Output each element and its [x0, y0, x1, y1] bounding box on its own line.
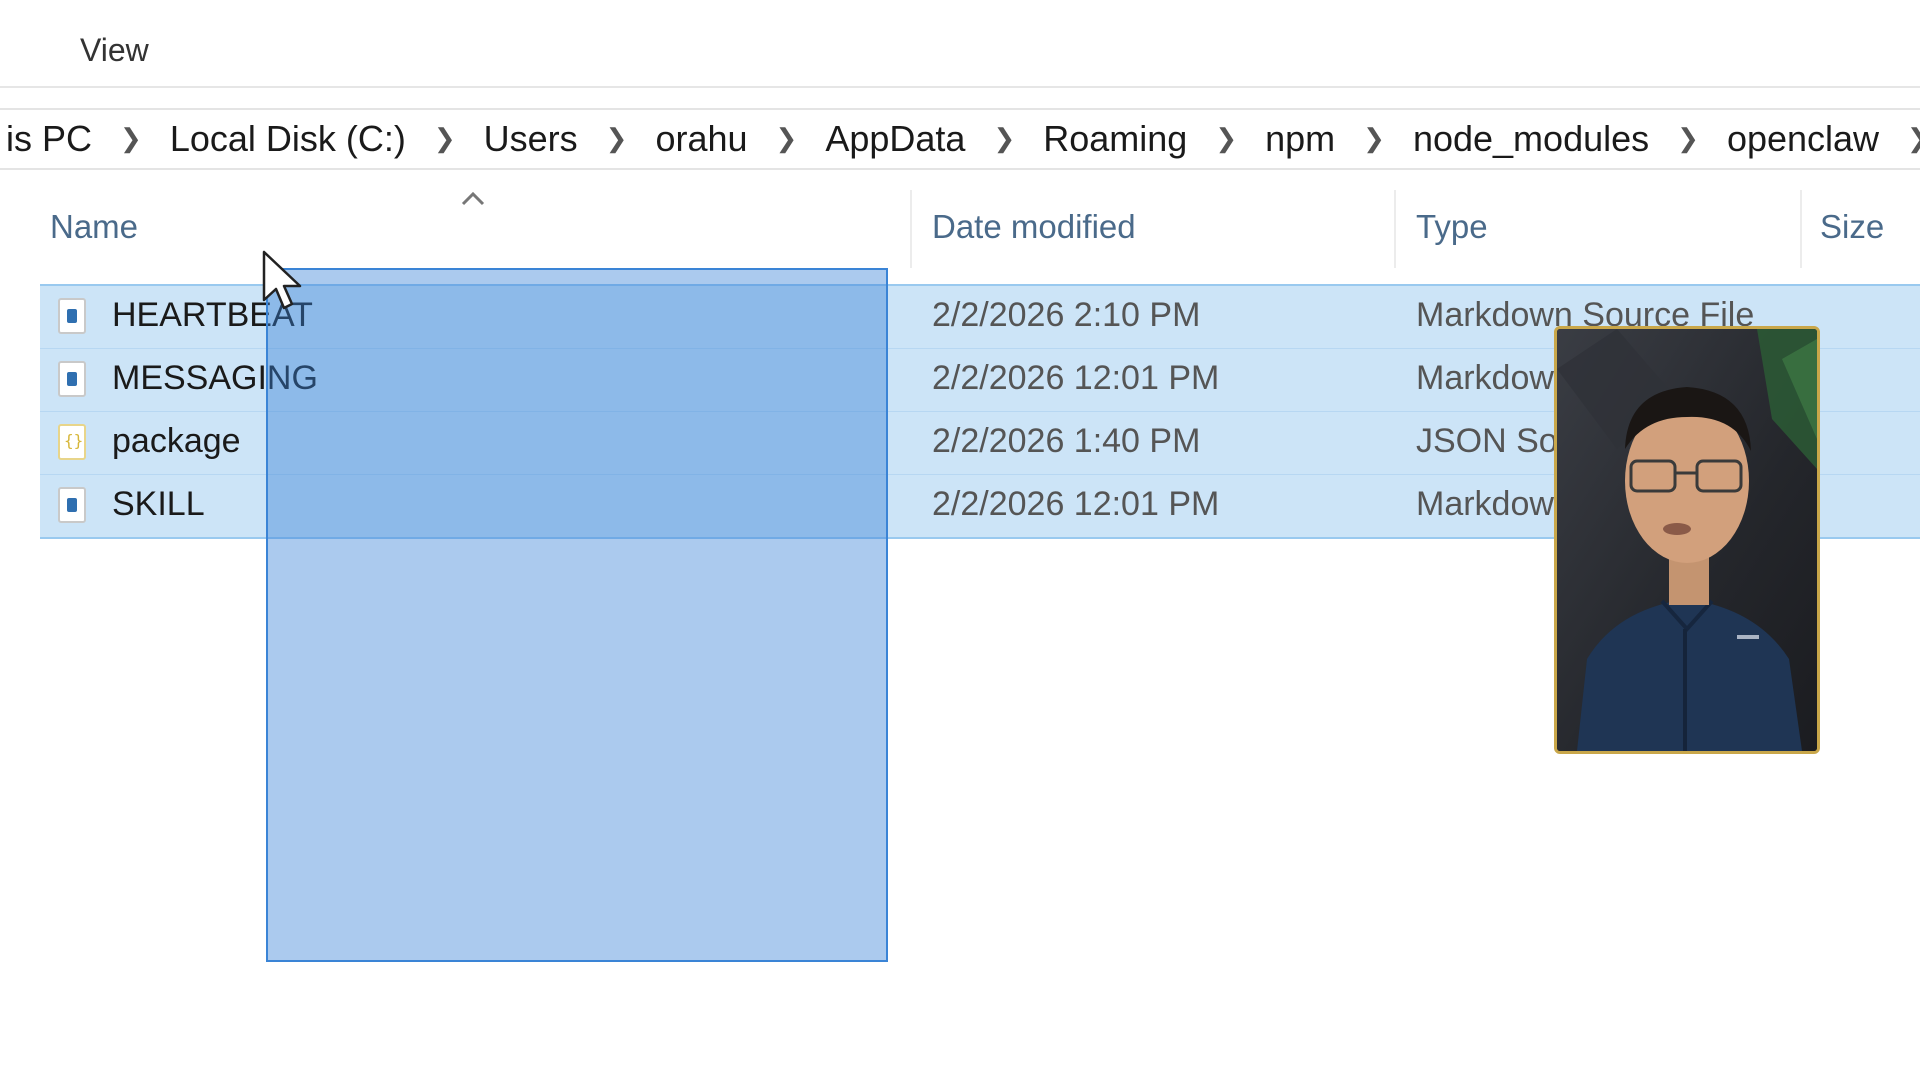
chevron-right-icon[interactable]: ❯ — [606, 123, 628, 154]
file-date: 2/2/2026 12:01 PM — [932, 359, 1220, 397]
column-divider[interactable] — [1394, 190, 1396, 268]
breadcrumb: is PC ❯ Local Disk (C:) ❯ Users ❯ orahu … — [0, 118, 1920, 160]
json-file-icon: {} — [58, 424, 86, 460]
column-divider[interactable] — [1800, 190, 1802, 268]
column-header-name[interactable]: Name — [50, 208, 138, 246]
selection-marquee — [266, 268, 888, 962]
markdown-file-icon — [58, 487, 86, 523]
chevron-right-icon[interactable]: ❯ — [1363, 123, 1385, 154]
breadcrumb-orahu[interactable]: orahu — [649, 118, 753, 160]
address-bar[interactable]: is PC ❯ Local Disk (C:) ❯ Users ❯ orahu … — [0, 108, 1920, 170]
sort-ascending-icon — [461, 191, 485, 206]
file-type: Markdow — [1416, 485, 1554, 523]
chevron-right-icon[interactable]: ❯ — [1907, 123, 1920, 154]
file-explorer-window: View is PC ❯ Local Disk (C:) ❯ Users ❯ o… — [0, 0, 1920, 1080]
chevron-right-icon[interactable]: ❯ — [120, 123, 142, 154]
chevron-right-icon[interactable]: ❯ — [776, 123, 798, 154]
breadcrumb-appdata[interactable]: AppData — [819, 118, 971, 160]
markdown-file-icon — [58, 298, 86, 334]
column-header-size[interactable]: Size — [1820, 208, 1884, 246]
ribbon-bar: View — [0, 0, 1920, 88]
breadcrumb-node-modules[interactable]: node_modules — [1407, 118, 1655, 160]
chevron-right-icon[interactable]: ❯ — [1215, 123, 1237, 154]
chevron-right-icon[interactable]: ❯ — [993, 123, 1015, 154]
breadcrumb-this-pc[interactable]: is PC — [0, 118, 98, 160]
breadcrumb-npm[interactable]: npm — [1259, 118, 1341, 160]
webcam-overlay — [1554, 326, 1820, 754]
file-date: 2/2/2026 1:40 PM — [932, 422, 1201, 460]
file-type: Markdow — [1416, 359, 1554, 397]
breadcrumb-openclaw[interactable]: openclaw — [1721, 118, 1885, 160]
chevron-right-icon[interactable]: ❯ — [434, 123, 456, 154]
file-type: JSON Sou — [1416, 422, 1577, 460]
markdown-file-icon — [58, 361, 86, 397]
file-name: package — [112, 422, 241, 460]
column-header-date-modified[interactable]: Date modified — [932, 208, 1136, 246]
column-divider[interactable] — [910, 190, 912, 268]
column-header-type[interactable]: Type — [1416, 208, 1488, 246]
breadcrumb-roaming[interactable]: Roaming — [1037, 118, 1193, 160]
file-name: SKILL — [112, 485, 205, 523]
chevron-right-icon[interactable]: ❯ — [1677, 123, 1699, 154]
breadcrumb-users[interactable]: Users — [478, 118, 584, 160]
breadcrumb-local-disk[interactable]: Local Disk (C:) — [164, 118, 412, 160]
mouse-cursor-icon — [262, 250, 302, 310]
file-date: 2/2/2026 12:01 PM — [932, 485, 1220, 523]
file-date: 2/2/2026 2:10 PM — [932, 296, 1201, 334]
tab-view[interactable]: View — [80, 32, 149, 69]
presenter-video — [1557, 329, 1817, 751]
